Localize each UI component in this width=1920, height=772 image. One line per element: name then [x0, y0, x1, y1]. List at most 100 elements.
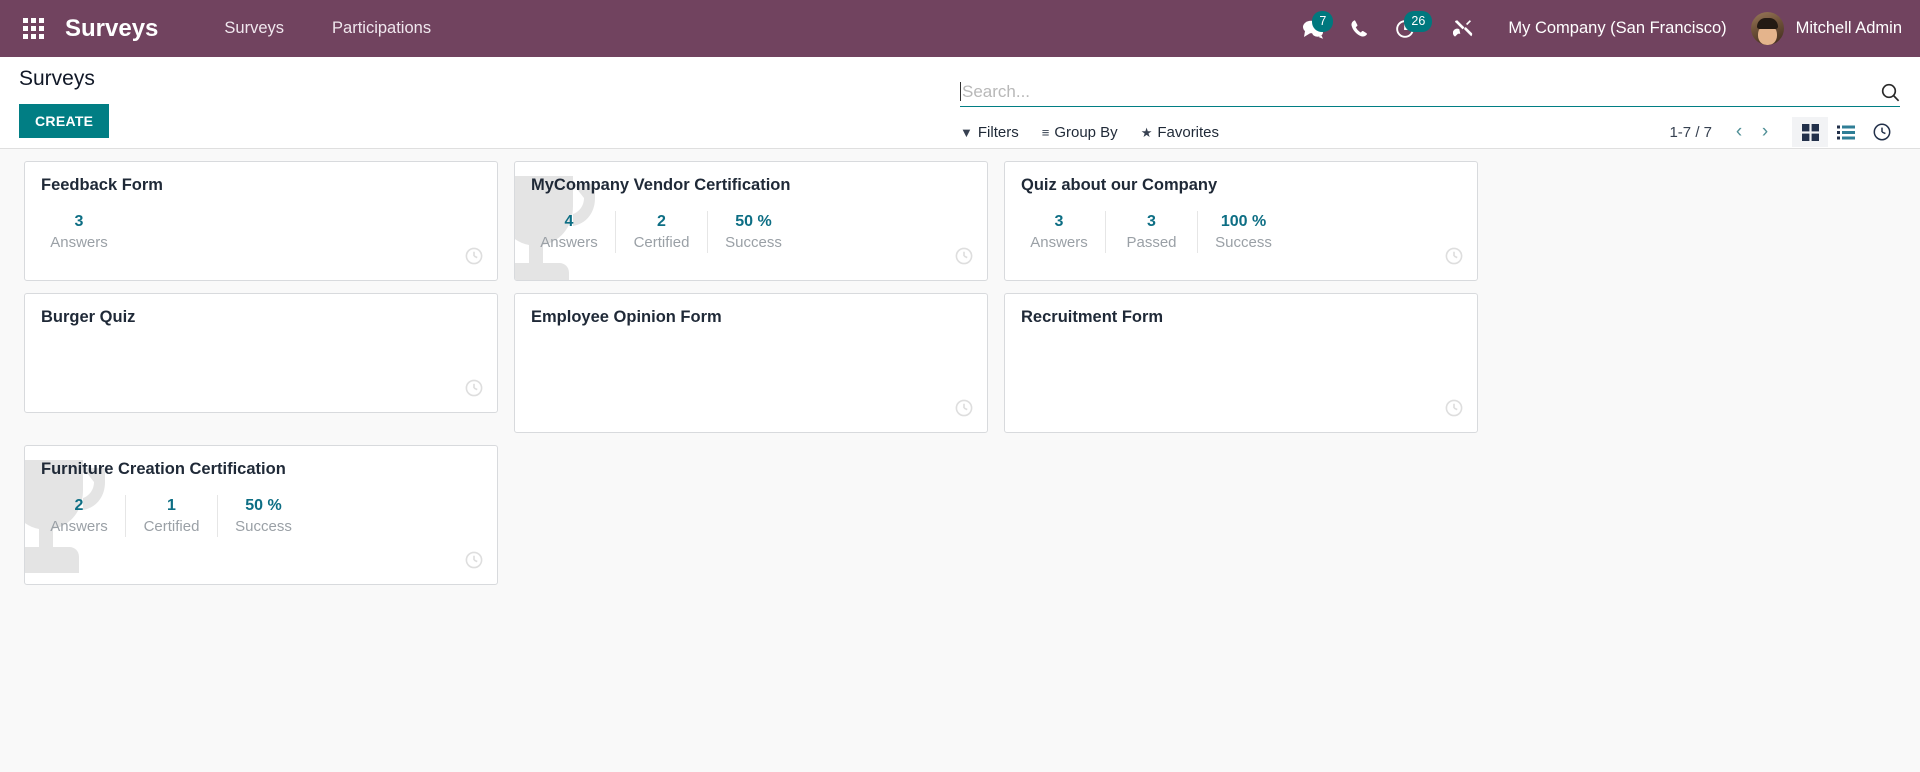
create-button[interactable]: CREATE: [19, 104, 110, 138]
kanban-card[interactable]: MyCompany Vendor Certification 4 Answers 2 C…: [514, 161, 988, 281]
kanban-card-stat[interactable]: 2 Certified: [615, 211, 707, 253]
navbar-right-group: 7 26 My Company (San Francisco) Mitchell…: [1290, 6, 1902, 52]
messages-button[interactable]: 7: [1290, 6, 1336, 52]
kanban-card-stat-label: Answers: [1030, 233, 1088, 251]
kanban-card-title: Quiz about our Company: [1021, 176, 1218, 194]
page-title: Surveys: [19, 67, 95, 90]
group-by-dropdown[interactable]: ≡ Group By: [1042, 124, 1118, 141]
kanban-grid-icon: [1801, 123, 1819, 141]
kanban-card[interactable]: Recruitment Form: [1004, 293, 1478, 433]
filters-label: Filters: [977, 123, 1019, 141]
kanban-card-stats: 2 Answers 1 Certified 50 % Success: [25, 495, 497, 537]
kanban-card-title: Furniture Creation Certification: [41, 460, 286, 478]
list-view-button[interactable]: [1828, 117, 1864, 147]
kanban-card-stats: 3 Answers: [25, 211, 497, 253]
kanban-card-stat-label: Success: [235, 517, 292, 535]
kanban-card-title: Feedback Form: [41, 176, 163, 194]
kanban-container: Feedback Form 3 Answers MyCompany Vendor Ce…: [0, 149, 1920, 772]
tools-button[interactable]: [1440, 6, 1486, 52]
control-panel: Surveys CREATE ▼ Filters ≡ Group By: [0, 57, 1920, 149]
kanban-card-title: MyCompany Vendor Certification: [531, 176, 791, 194]
kanban-card[interactable]: Feedback Form 3 Answers: [24, 161, 498, 281]
search-bar[interactable]: [960, 71, 1900, 107]
kanban-card-stat-value: 3: [74, 213, 84, 230]
menu-item-participations[interactable]: Participations: [308, 11, 455, 46]
kanban-card-stat-value: 100 %: [1220, 213, 1267, 230]
card-schedule-activity-button[interactable]: [1445, 247, 1463, 270]
group-by-lines-icon: ≡: [1041, 124, 1050, 140]
search-input[interactable]: [961, 82, 1874, 104]
filters-dropdown[interactable]: ▼ Filters: [960, 124, 1019, 141]
kanban-card-stat[interactable]: 3 Passed: [1105, 211, 1197, 253]
kanban-card-stat-value: 50 %: [245, 497, 282, 514]
kanban-card-stat-value: 2: [657, 213, 666, 230]
clock-icon: [955, 399, 973, 417]
filter-funnel-icon: ▼: [960, 124, 973, 140]
tools-icon: [1453, 19, 1473, 37]
apps-grid-icon: [22, 18, 44, 39]
kanban-card-stat-label: Certified: [633, 233, 690, 251]
kanban-card-stat-label: Passed: [1126, 233, 1177, 251]
star-icon: ★: [1140, 124, 1153, 140]
kanban-card-title: Employee Opinion Form: [531, 308, 722, 326]
menu-item-surveys[interactable]: Surveys: [200, 11, 308, 46]
kanban-card[interactable]: Employee Opinion Form: [514, 293, 988, 433]
clock-icon: [465, 551, 483, 569]
kanban-card-stat-value: 3: [1054, 213, 1064, 230]
favorites-label: Favorites: [1157, 123, 1220, 141]
kanban-card-stat-label: Certified: [143, 517, 200, 535]
kanban-card-stat[interactable]: 3 Answers: [1013, 211, 1105, 253]
main-menu: Surveys Participations: [200, 11, 455, 46]
kanban-card-stat-value: 4: [564, 213, 574, 230]
kanban-card-stat-label: Success: [725, 233, 782, 251]
activities-button[interactable]: 26: [1382, 6, 1433, 52]
kanban-card-stat[interactable]: 100 % Success: [1197, 211, 1289, 253]
favorites-dropdown[interactable]: ★ Favorites: [1141, 124, 1219, 141]
clock-icon: [1445, 247, 1463, 265]
kanban-card-stat[interactable]: 2 Answers: [33, 495, 125, 537]
card-schedule-activity-button[interactable]: [1445, 399, 1463, 422]
kanban-card-stat[interactable]: 50 % Success: [217, 495, 309, 537]
messages-badge: 7: [1312, 10, 1334, 32]
kanban-card-title: Burger Quiz: [41, 308, 136, 326]
kanban-card-stat-value: 2: [74, 497, 84, 514]
company-switcher[interactable]: My Company (San Francisco): [1508, 19, 1726, 38]
apps-menu-button[interactable]: [10, 6, 56, 52]
view-switcher: [1792, 117, 1900, 147]
card-schedule-activity-button[interactable]: [465, 247, 483, 270]
search-icon: [1881, 83, 1900, 102]
phone-icon: [1351, 20, 1367, 37]
clock-icon: [465, 379, 483, 397]
kanban-card-stat-label: Answers: [50, 517, 108, 535]
kanban-card-stat-label: Answers: [540, 233, 598, 251]
kanban-card-stat-value: 3: [1147, 213, 1156, 230]
activity-clock-icon: [1873, 123, 1891, 141]
pager-previous-button[interactable]: ‹: [1726, 119, 1752, 145]
card-schedule-activity-button[interactable]: [465, 379, 483, 402]
kanban-card-stat[interactable]: 1 Certified: [125, 495, 217, 537]
group-by-label: Group By: [1054, 123, 1118, 141]
card-schedule-activity-button[interactable]: [955, 399, 973, 422]
kanban-card-stat[interactable]: 3 Answers: [33, 211, 125, 253]
pager: 1-7 / 7 ‹ ›: [1669, 117, 1900, 147]
user-menu[interactable]: Mitchell Admin: [1743, 12, 1902, 45]
app-brand-surveys[interactable]: Surveys: [65, 15, 158, 43]
list-icon: [1837, 125, 1855, 139]
activity-view-button[interactable]: [1864, 117, 1900, 147]
clock-icon: [955, 247, 973, 265]
kanban-card[interactable]: Quiz about our Company 3 Answers 3 Passed 100…: [1004, 161, 1478, 281]
kanban-view-button[interactable]: [1792, 117, 1828, 147]
kanban-card[interactable]: Burger Quiz: [24, 293, 498, 413]
avatar: [1750, 12, 1784, 45]
top-navbar: Surveys Surveys Participations 7 26 My C…: [0, 0, 1920, 57]
kanban-card-stat-value: 50 %: [735, 213, 772, 230]
card-schedule-activity-button[interactable]: [465, 551, 483, 574]
card-schedule-activity-button[interactable]: [955, 247, 973, 270]
phone-button[interactable]: [1336, 6, 1382, 52]
kanban-card-stat[interactable]: 4 Answers: [523, 211, 615, 253]
kanban-card-stat[interactable]: 50 % Success: [707, 211, 799, 253]
kanban-card-title: Recruitment Form: [1021, 308, 1164, 326]
search-button[interactable]: [1874, 83, 1900, 104]
pager-next-button[interactable]: ›: [1752, 119, 1778, 145]
kanban-card[interactable]: Furniture Creation Certification 2 Answers…: [24, 445, 498, 585]
